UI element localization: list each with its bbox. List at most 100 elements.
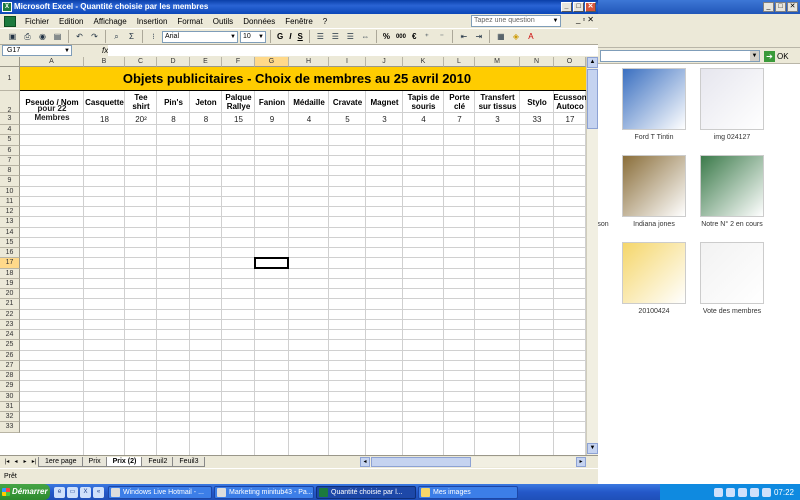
explorer-titlebar[interactable]: _ □ ✕ (598, 0, 800, 14)
scroll-left-icon[interactable]: ◂ (360, 457, 370, 467)
quantity-cell[interactable]: 17 (554, 115, 586, 124)
print-preview-icon[interactable]: ▤ (51, 30, 64, 43)
header-cell[interactable]: Tapis de souris (403, 91, 444, 113)
autosum-icon[interactable]: Σ (125, 30, 138, 43)
chevron-down-icon[interactable]: ▼ (229, 32, 237, 42)
explorer-maximize-button[interactable]: □ (775, 2, 786, 12)
row-header-24[interactable]: 24 (0, 330, 20, 341)
row-header-1[interactable]: 1 (0, 67, 20, 91)
desktop-icon[interactable]: ▭ (67, 486, 78, 498)
thumbnail-label[interactable]: Ford T Tintin (609, 134, 699, 141)
column-header-c[interactable]: C (125, 57, 157, 67)
sheet-title-banner[interactable]: Objets publicitaires - Choix de membres … (20, 67, 586, 91)
quantity-cell[interactable]: 15 (222, 115, 255, 124)
row-header-32[interactable]: 32 (0, 412, 20, 423)
align-center-icon[interactable]: ☰ (329, 30, 342, 43)
task-marketing[interactable]: Marketing minitub43 - Pa... (214, 485, 314, 499)
header-cell[interactable]: Fanion (255, 91, 289, 113)
doc-minimize-button[interactable]: _ (576, 15, 580, 24)
quantity-cell[interactable]: 9 (255, 115, 289, 124)
member-count-cell[interactable]: pour 22 Membres (20, 104, 84, 122)
font-size-select[interactable]: 10 ▼ (240, 30, 266, 43)
menu-outils[interactable]: Outils (208, 17, 238, 26)
messenger-icon[interactable] (749, 487, 759, 497)
row-header-14[interactable]: 14 (0, 227, 20, 238)
header-cell[interactable]: Stylo (520, 91, 554, 113)
scroll-up-icon[interactable]: ▲ (587, 57, 598, 68)
help-question-input[interactable]: Tapez une question ▼ (471, 15, 561, 27)
excel-quick-icon[interactable]: X (80, 486, 91, 498)
task-hotmail[interactable]: Windows Live Hotmail - ... (108, 485, 212, 499)
row-header-23[interactable]: 23 (0, 319, 20, 330)
row-header-33[interactable]: 33 (0, 422, 20, 433)
selected-cell-outline[interactable] (254, 257, 289, 269)
vertical-scroll-thumb[interactable] (587, 69, 598, 129)
quantity-cell[interactable]: 3 (366, 115, 403, 124)
task-mes-images[interactable]: Mes images (418, 485, 518, 499)
align-left-icon[interactable]: ☰ (314, 30, 327, 43)
column-header-i[interactable]: I (329, 57, 366, 67)
horizontal-scroll-thumb[interactable] (371, 457, 471, 467)
toolbar-options-icon[interactable]: ⁝ (147, 30, 160, 43)
row-header-19[interactable]: 19 (0, 278, 20, 289)
merge-center-icon[interactable]: ⇔ (359, 30, 372, 43)
menu-aide[interactable]: ? (318, 17, 332, 26)
header-cell[interactable]: Ecusson Autoco (554, 91, 586, 113)
row-header-17[interactable]: 17 (0, 258, 20, 269)
header-cell[interactable]: Jeton (190, 91, 222, 113)
row-header-4[interactable]: 4 (0, 125, 20, 136)
security-icon[interactable] (737, 487, 747, 497)
italic-button[interactable]: I (287, 32, 293, 41)
ie-icon[interactable]: e (54, 486, 65, 498)
column-header-n[interactable]: N (520, 57, 554, 67)
column-header-k[interactable]: K (403, 57, 444, 67)
row-header-8[interactable]: 8 (0, 166, 20, 177)
row-header-9[interactable]: 9 (0, 176, 20, 187)
font-name-select[interactable]: Arial ▼ (162, 30, 238, 43)
menu-fichier[interactable]: Fichier (20, 17, 54, 26)
address-input[interactable]: ▼ (600, 50, 760, 62)
save-icon[interactable]: ▣ (6, 30, 19, 43)
undo-icon[interactable]: ↶ (73, 30, 86, 43)
quantity-cell[interactable]: 20² (125, 115, 157, 124)
quantity-cell[interactable]: 4 (289, 115, 329, 124)
column-header-b[interactable]: B (84, 57, 125, 67)
start-button[interactable]: Démarrer (0, 484, 50, 500)
row-header-21[interactable]: 21 (0, 299, 20, 310)
euro-button[interactable]: € (410, 32, 418, 41)
tab-1ere-page[interactable]: 1ere page (38, 456, 84, 467)
quantity-cell[interactable]: 8 (157, 115, 190, 124)
chevron-down-icon[interactable]: ▼ (63, 46, 71, 56)
row-header-30[interactable]: 30 (0, 391, 20, 402)
underline-button[interactable]: S (295, 32, 304, 41)
column-header-a[interactable]: A (20, 57, 84, 67)
row-header-26[interactable]: 26 (0, 350, 20, 361)
image-thumbnail[interactable] (622, 242, 686, 304)
row-header-10[interactable]: 10 (0, 186, 20, 197)
row-header-20[interactable]: 20 (0, 289, 20, 300)
close-button[interactable]: ✕ (585, 2, 596, 12)
thumbnail-label[interactable]: 20100424 (609, 308, 699, 315)
quick-launch-chevron-icon[interactable]: « (93, 486, 104, 498)
doc-restore-button[interactable]: ▫ (582, 15, 585, 24)
quantity-cell[interactable]: 5 (329, 115, 366, 124)
row-header-31[interactable]: 31 (0, 401, 20, 412)
row-header-11[interactable]: 11 (0, 196, 20, 207)
font-color-icon[interactable]: A (524, 30, 537, 43)
chevron-down-icon[interactable]: ▼ (750, 51, 759, 61)
research-icon[interactable]: ⌕ (110, 30, 123, 43)
decrease-indent-icon[interactable]: ⇤ (457, 30, 470, 43)
quantity-cell[interactable]: 8 (190, 115, 222, 124)
update-icon[interactable] (761, 487, 771, 497)
menu-fenetre[interactable]: Fenêtre (280, 17, 318, 26)
thumbnail-label[interactable]: img 024127 (687, 134, 777, 141)
quantity-cell[interactable]: 4 (403, 115, 444, 124)
doc-close-button[interactable]: ✕ (587, 15, 594, 24)
row-header-2[interactable]: 2 (0, 91, 20, 114)
menu-affichage[interactable]: Affichage (88, 17, 131, 26)
align-right-icon[interactable]: ☰ (344, 30, 357, 43)
chevron-down-icon[interactable]: ▼ (551, 16, 560, 26)
header-cell[interactable]: Casquette (84, 91, 125, 113)
menu-format[interactable]: Format (172, 17, 207, 26)
row-header-25[interactable]: 25 (0, 340, 20, 351)
